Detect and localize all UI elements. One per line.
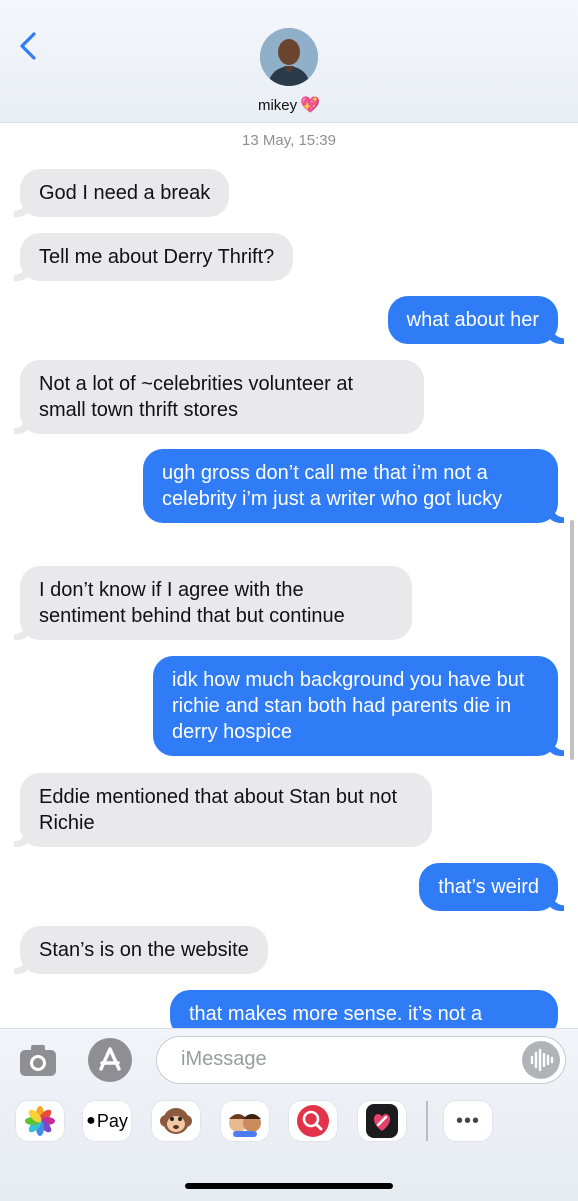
input-placeholder: iMessage: [181, 1048, 267, 1070]
message-bubble-outgoing[interactable]: what about her: [387, 296, 565, 344]
scroll-indicator[interactable]: [570, 520, 574, 760]
more-apps-label: •••: [455, 1109, 480, 1132]
message-bubble-outgoing[interactable]: idk how much background you have but ric…: [153, 656, 564, 756]
message-bubble-incoming[interactable]: Tell me about Derry Thrift?: [13, 233, 294, 281]
message-bubble-incoming[interactable]: God I need a break: [13, 169, 230, 217]
chevron-left-icon[interactable]: [14, 28, 44, 64]
message-bubble-incoming[interactable]: I don’t know if I agree with the sentime…: [14, 566, 412, 640]
apple-pay-icon[interactable]: ● Pay: [83, 1101, 131, 1141]
message-bubble-incoming[interactable]: Eddie mentioned that about Stan but not …: [14, 773, 432, 847]
message-timestamp: 13 May, 15:39: [0, 132, 578, 149]
memoji-stickers-icon[interactable]: [221, 1101, 269, 1141]
contact-name-text: mikey: [257, 97, 298, 114]
apple-logo-icon: ●: [86, 1112, 96, 1129]
message-bubble-incoming[interactable]: Not a lot of ~celebrities volunteer at s…: [14, 360, 424, 434]
timestamp-date: 13 May,: [242, 132, 295, 149]
camera-icon[interactable]: [18, 1040, 58, 1080]
audio-waveform-icon: [530, 1048, 554, 1072]
audio-message-button[interactable]: [522, 1041, 560, 1079]
more-apps-icon[interactable]: •••: [444, 1101, 492, 1141]
message-bubble-outgoing[interactable]: that’s weird: [419, 863, 564, 911]
contact-name[interactable]: mikey 💖: [0, 95, 578, 115]
home-indicator[interactable]: [185, 1183, 393, 1189]
timestamp-time: 15:39: [298, 132, 336, 149]
app-store-icon: [99, 1047, 121, 1071]
app-store-button[interactable]: [88, 1038, 132, 1082]
message-bubble-outgoing[interactable]: ugh gross don’t call me that i’m not a c…: [143, 449, 564, 523]
digital-touch-icon[interactable]: [358, 1101, 406, 1141]
photos-icon[interactable]: [16, 1101, 64, 1141]
imessage-input[interactable]: iMessage: [156, 1036, 566, 1084]
contact-avatar[interactable]: [260, 28, 318, 86]
monkey-memoji-icon[interactable]: [152, 1101, 200, 1141]
heart-emoji: 💖: [300, 97, 321, 114]
web-search-icon[interactable]: [289, 1101, 337, 1141]
message-bubble-incoming[interactable]: Stan’s is on the website: [14, 926, 268, 974]
apple-pay-label: Pay: [96, 1110, 128, 1131]
drawer-divider: [426, 1101, 428, 1141]
